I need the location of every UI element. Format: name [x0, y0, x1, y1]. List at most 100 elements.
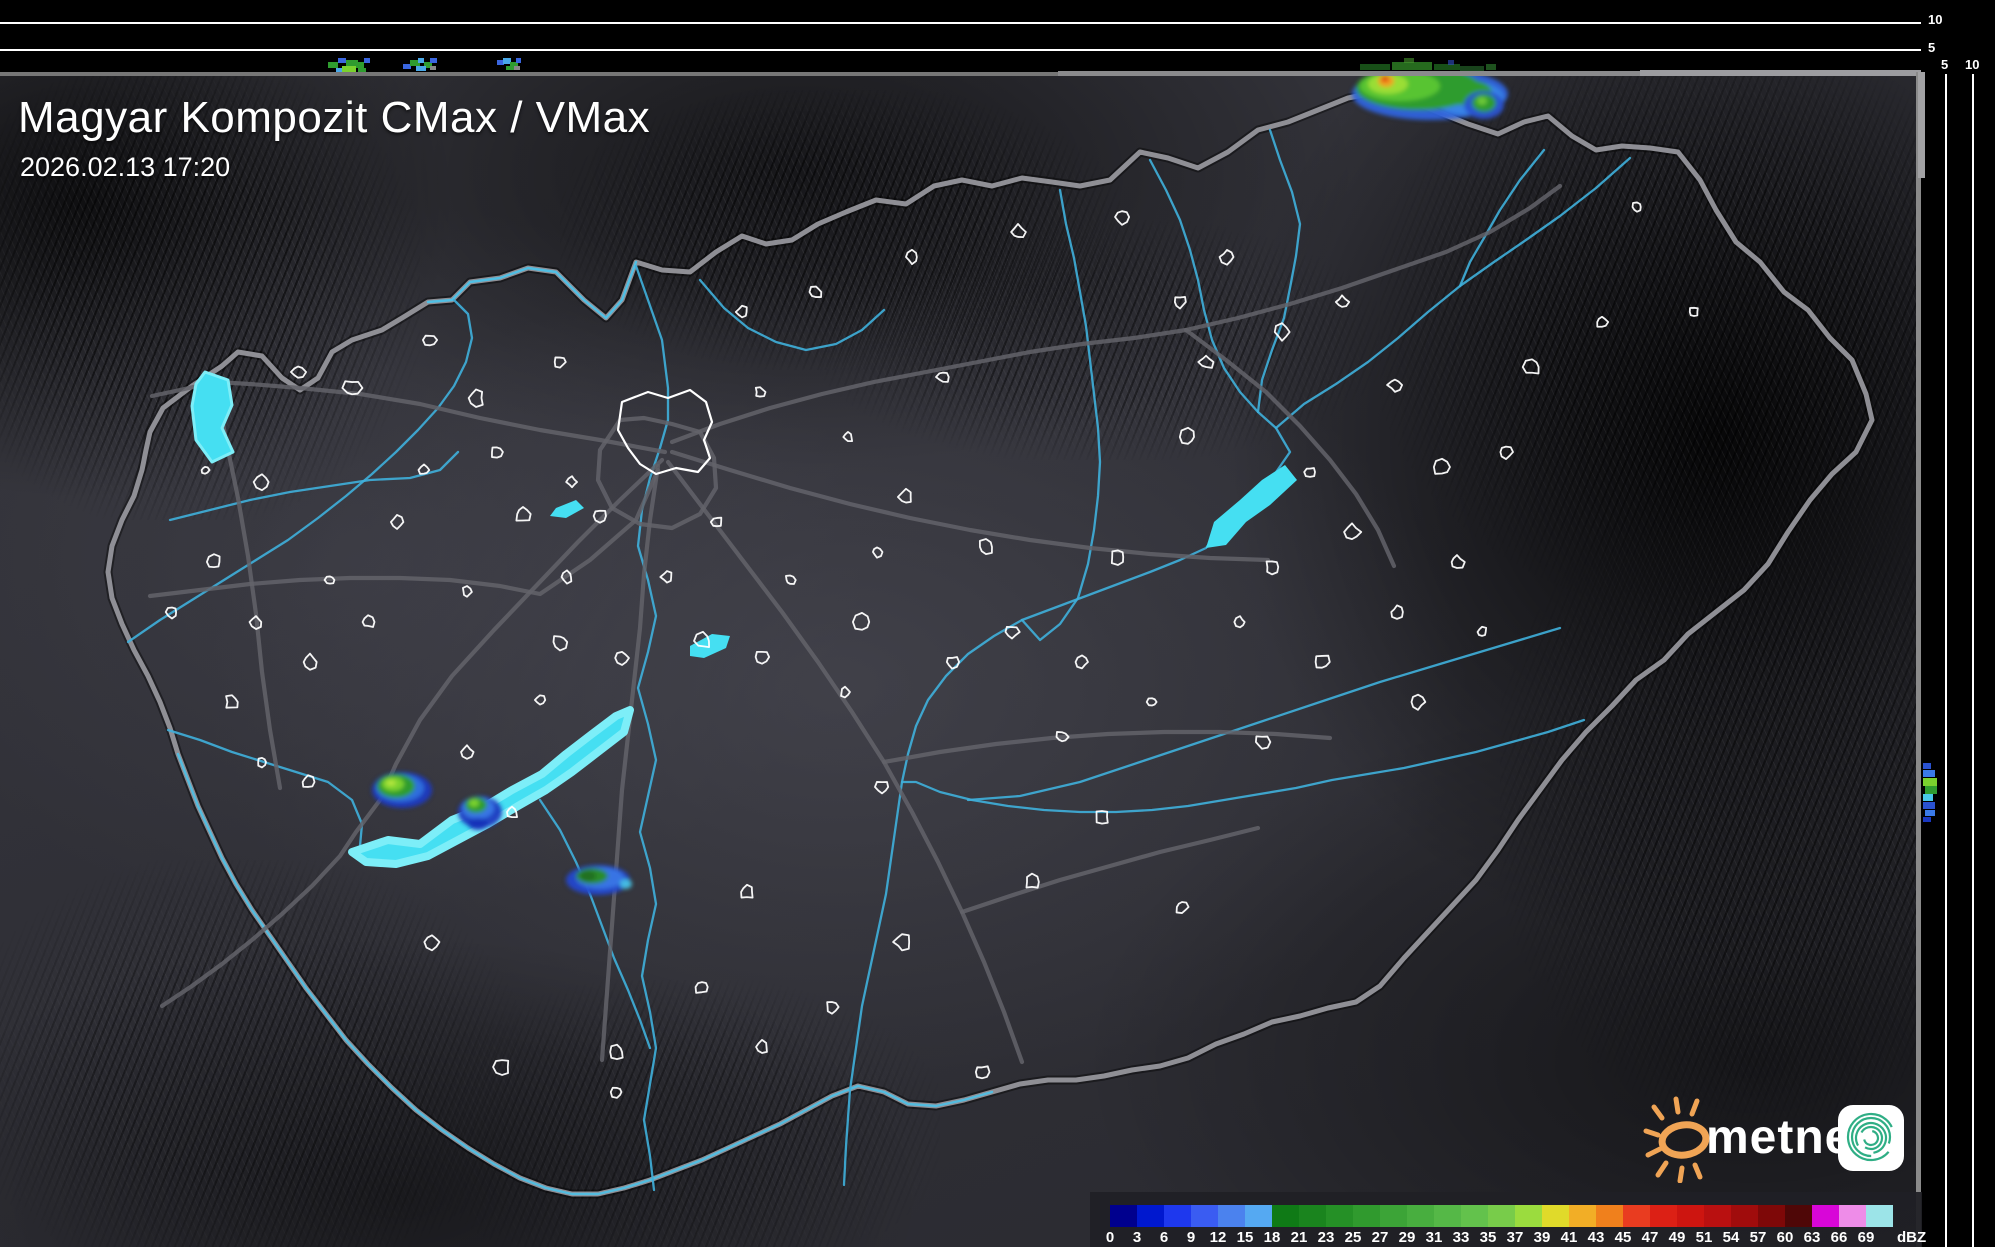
- profile-echo-pixel: [364, 58, 370, 63]
- dbz-segment-0: [1110, 1205, 1137, 1227]
- dbz-segment-9: [1191, 1205, 1218, 1227]
- profile-echo-pixel: [1923, 794, 1933, 801]
- dbz-tick-37: 37: [1506, 1229, 1524, 1246]
- metnet-logo[interactable]: metnet: [1642, 1093, 1908, 1183]
- dbz-tick-57: 57: [1749, 1229, 1767, 1246]
- dbz-segment-37: [1515, 1205, 1542, 1227]
- profile-echo-pixel: [1923, 802, 1935, 809]
- profile-echo-pixel: [342, 66, 356, 72]
- dbz-tick-12: 12: [1209, 1229, 1227, 1246]
- profile-echo-pixel: [1392, 62, 1432, 70]
- dbz-segment-12: [1218, 1205, 1245, 1227]
- dbz-tick-35: 35: [1479, 1229, 1497, 1246]
- dbz-tick-9: 9: [1186, 1229, 1196, 1246]
- dbz-segment-31: [1434, 1205, 1461, 1227]
- dbz-segment-49: [1677, 1205, 1704, 1227]
- right-panel-5km-line: [1945, 74, 1947, 1247]
- profile-echo-pixel: [416, 66, 426, 71]
- dbz-segment-21: [1299, 1205, 1326, 1227]
- dbz-tick-27: 27: [1371, 1229, 1389, 1246]
- dbz-segment-15: [1245, 1205, 1272, 1227]
- dbz-segment-69: [1866, 1205, 1893, 1227]
- profile-echo-pixel: [1923, 763, 1931, 769]
- dbz-segment-6: [1164, 1205, 1191, 1227]
- dbz-segment-43: [1596, 1205, 1623, 1227]
- dbz-segment-33: [1461, 1205, 1488, 1227]
- profile-echo-pixel: [358, 68, 366, 72]
- dbz-segment-23: [1326, 1205, 1353, 1227]
- dbz-tick-60: 60: [1776, 1229, 1794, 1246]
- dbz-segment-41: [1569, 1205, 1596, 1227]
- profile-echo-pixel: [430, 66, 436, 70]
- dbz-segment-47: [1650, 1205, 1677, 1227]
- dbz-tick-69: 69: [1857, 1229, 1875, 1246]
- rivers: [126, 128, 1632, 1192]
- roads: [147, 183, 1563, 1065]
- dbz-tick-15: 15: [1236, 1229, 1254, 1246]
- profile-echo-pixel: [506, 66, 514, 70]
- profile-echo-pixel: [430, 58, 437, 63]
- dbz-tick-41: 41: [1560, 1229, 1578, 1246]
- dbz-tick-47: 47: [1641, 1229, 1659, 1246]
- profile-echo-pixel: [1404, 58, 1414, 63]
- dbz-tick-51: 51: [1695, 1229, 1713, 1246]
- sun-icon: [1643, 1096, 1710, 1183]
- dbz-segment-39: [1542, 1205, 1569, 1227]
- profile-echo-pixel: [1434, 64, 1460, 70]
- dbz-tick-43: 43: [1587, 1229, 1605, 1246]
- settlement-outlines: [164, 201, 1699, 1099]
- profile-echo-pixel: [1925, 786, 1937, 794]
- dbz-tick-66: 66: [1830, 1229, 1848, 1246]
- radar-composite-screen: 10 5 5 10 Magyar Kompozit CMax / VMax 20…: [0, 0, 1995, 1247]
- dbz-segment-18: [1272, 1205, 1299, 1227]
- dbz-tick-23: 23: [1317, 1229, 1335, 1246]
- profile-echo-pixel: [514, 66, 520, 70]
- dbz-segment-29: [1407, 1205, 1434, 1227]
- top-panel-10km-label: 10: [1928, 12, 1943, 27]
- spiral-icon: [1846, 1112, 1896, 1162]
- dbz-unit-label: dBZ: [1897, 1229, 1927, 1246]
- hungary-border: [103, 87, 1877, 1199]
- profile-echo-pixel: [1923, 770, 1935, 777]
- dbz-tick-0: 0: [1105, 1229, 1115, 1246]
- vmax-right-panel: 10 5 5 10: [1921, 0, 1995, 1247]
- profile-echo-pixel: [516, 58, 521, 63]
- lakes: [190, 370, 1297, 868]
- map-top-border-mid: [1058, 71, 1640, 76]
- map-vector-layer: [103, 74, 1877, 1199]
- dbz-segment-45: [1623, 1205, 1650, 1227]
- dbz-color-bar: [1110, 1205, 1893, 1227]
- top-panel-5km-label: 5: [1928, 40, 1936, 55]
- dbz-tick-29: 29: [1398, 1229, 1416, 1246]
- dbz-tick-33: 33: [1452, 1229, 1470, 1246]
- map-top-border-light: [1640, 70, 1921, 76]
- profile-echo-pixel: [1486, 64, 1496, 70]
- profile-echo-pixel: [338, 58, 346, 63]
- profile-echo-pixel: [1923, 778, 1937, 786]
- top-panel-10km-line: [0, 22, 1921, 24]
- dbz-tick-6: 6: [1159, 1229, 1169, 1246]
- profile-echo-pixel: [1925, 810, 1935, 816]
- top-panel-5km-line: [0, 49, 1921, 51]
- profile-echo-pixel: [336, 68, 342, 72]
- dbz-segment-60: [1785, 1205, 1812, 1227]
- profile-echo-pixel: [1923, 817, 1931, 822]
- dbz-tick-18: 18: [1263, 1229, 1281, 1246]
- vmax-top-panel: [0, 0, 1921, 72]
- dbz-segment-3: [1137, 1205, 1164, 1227]
- map-right-border-light: [1918, 72, 1925, 178]
- dbz-segment-25: [1353, 1205, 1380, 1227]
- right-panel-10km-label: 10: [1965, 57, 1980, 72]
- dbz-tick-3: 3: [1132, 1229, 1142, 1246]
- metnet-app-icon: [1838, 1105, 1904, 1171]
- dbz-segment-66: [1839, 1205, 1866, 1227]
- dbz-segment-51: [1704, 1205, 1731, 1227]
- dbz-tick-54: 54: [1722, 1229, 1740, 1246]
- profile-echo-pixel: [1448, 60, 1454, 65]
- dbz-tick-49: 49: [1668, 1229, 1686, 1246]
- dbz-tick-21: 21: [1290, 1229, 1308, 1246]
- dbz-tick-45: 45: [1614, 1229, 1632, 1246]
- dbz-tick-63: 63: [1803, 1229, 1821, 1246]
- profile-echo-pixel: [1460, 66, 1484, 71]
- dbz-segment-27: [1380, 1205, 1407, 1227]
